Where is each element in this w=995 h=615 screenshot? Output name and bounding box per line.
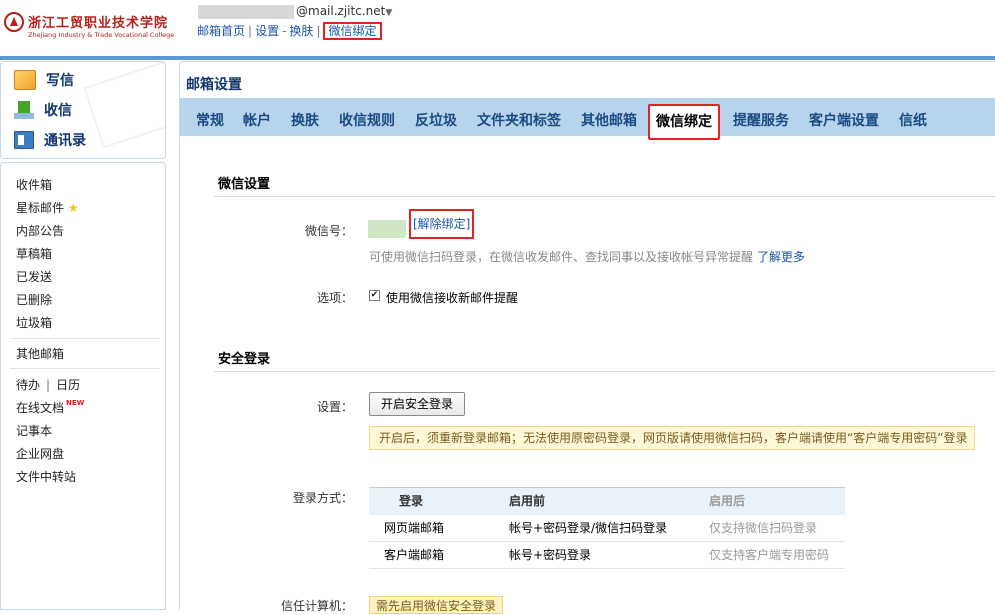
receive-button[interactable]: 收信 <box>14 99 72 121</box>
new-mail-reminder-checkbox[interactable]: ✔ <box>369 290 380 301</box>
tab-wechat-binding[interactable]: 微信绑定 <box>648 104 720 140</box>
account-switcher[interactable]: @mail.zjitc.net▼ <box>198 4 392 20</box>
security-setting-label: 设置： <box>316 400 353 414</box>
tab-general[interactable]: 常规 <box>196 98 224 136</box>
nav-wechat-binding[interactable]: 微信绑定 <box>323 22 382 40</box>
nav-settings[interactable]: 设置 <box>255 24 279 38</box>
compose-label: 写信 <box>46 73 74 89</box>
account-name-redacted <box>198 4 294 19</box>
unbind-link[interactable]: [解除绑定] <box>409 209 475 239</box>
table-row: 网页端邮箱 帐号+密码登录/微信扫码登录 仅支持微信扫码登录 <box>369 515 845 542</box>
folder-deleted[interactable]: 已删除 <box>16 291 52 308</box>
row-web-after: 仅支持微信扫码登录 <box>709 521 818 535</box>
security-section-title: 安全登录 <box>218 352 271 367</box>
receive-icon <box>14 101 34 119</box>
nav-separator: | <box>248 24 253 38</box>
online-docs-label: 在线文档 <box>16 401 65 415</box>
folder-divider <box>10 338 160 339</box>
row-client-after: 仅支持客户端专用密码 <box>709 548 830 562</box>
compose-button[interactable]: 写信 <box>14 69 74 91</box>
tab-client-settings[interactable]: 客户端设置 <box>809 98 879 136</box>
tab-account[interactable]: 帐户 <box>243 98 271 136</box>
folder-starred-label: 星标邮件 <box>16 201 65 215</box>
contacts-label: 通讯录 <box>44 133 86 149</box>
trusted-computer-label: 信任计算机： <box>280 599 353 613</box>
new-mail-reminder-label[interactable]: 使用微信接收新邮件提醒 <box>386 289 518 306</box>
chevron-down-icon[interactable]: ▼ <box>385 8 392 18</box>
account-domain: @mail.zjitc.net <box>296 4 386 18</box>
compose-icon <box>14 70 36 90</box>
nav-skin[interactable]: 换肤 <box>289 24 313 38</box>
folder-starred[interactable]: 星标邮件 ★ <box>16 199 79 216</box>
contacts-icon <box>14 131 34 149</box>
learn-more-link[interactable]: 了解更多 <box>757 250 805 264</box>
calendar-link[interactable]: 日历 <box>56 378 80 392</box>
tab-reminders[interactable]: 提醒服务 <box>733 98 789 136</box>
header-login: 登录 <box>399 494 424 508</box>
receive-label: 收信 <box>44 103 72 119</box>
header-divider <box>0 56 995 60</box>
online-docs-link[interactable]: 在线文档 NEW <box>16 399 84 416</box>
page-title: 邮箱设置 <box>186 77 242 93</box>
contacts-button[interactable]: 通讯录 <box>14 129 86 151</box>
folder-sent[interactable]: 已发送 <box>16 268 52 285</box>
tab-other-mailboxes[interactable]: 其他邮箱 <box>581 98 637 136</box>
header-after: 启用后 <box>709 494 746 508</box>
row-web-before: 帐号+密码登录/微信扫码登录 <box>509 521 668 535</box>
transfer-link[interactable]: 文件中转站 <box>16 468 76 485</box>
row-web-type: 网页端邮箱 <box>384 521 445 535</box>
folder-inbox[interactable]: 收件箱 <box>16 176 52 193</box>
folder-drafts[interactable]: 草稿箱 <box>16 245 52 262</box>
folder-announcements[interactable]: 内部公告 <box>16 222 64 239</box>
todo-calendar-row: 待办 | 日历 <box>16 376 80 393</box>
folder-divider <box>10 368 160 369</box>
top-nav: 邮箱首页 | 设置 - 换肤 | 微信绑定 <box>197 22 382 40</box>
tab-folders-labels[interactable]: 文件夹和标签 <box>477 98 561 136</box>
enable-secure-login-button[interactable]: 开启安全登录 <box>369 392 466 416</box>
section-divider <box>214 196 995 197</box>
envelope-watermark-icon <box>83 62 165 149</box>
table-header: 登录 启用前 启用后 <box>369 487 845 515</box>
wechat-hint-text: 可使用微信扫码登录，在微信收发邮件、查找同事以及接收帐号异常提醒 <box>369 250 754 264</box>
wechat-section-title: 微信设置 <box>218 177 271 192</box>
header-before: 启用前 <box>509 494 546 508</box>
new-badge: NEW <box>66 399 85 407</box>
tab-stationery[interactable]: 信纸 <box>899 98 927 136</box>
row-client-before: 帐号+密码登录 <box>509 548 592 562</box>
row-client-type: 客户端邮箱 <box>384 548 445 562</box>
secure-login-notice: 开启后，须重新登录邮箱；无法使用原密码登录，网页版请使用微信扫码，客户端请使用“… <box>369 426 975 450</box>
wechat-id-redacted <box>368 220 406 238</box>
trusted-computer-notice: 需先启用微信安全登录 <box>369 596 504 614</box>
nav-separator: | <box>316 24 321 38</box>
top-header: 浙江工贸职业技术学院 Zhejiang Industry & Trade Voc… <box>0 0 995 56</box>
wechat-hint: 可使用微信扫码登录，在微信收发邮件、查找同事以及接收帐号异常提醒 了解更多 <box>369 248 805 265</box>
options-label: 选项： <box>316 291 353 305</box>
folder-other-mailboxes[interactable]: 其他邮箱 <box>16 345 64 362</box>
todo-separator: | <box>46 378 51 392</box>
netdisk-link[interactable]: 企业网盘 <box>16 445 64 462</box>
logo-chinese-name: 浙江工贸职业技术学院 <box>28 16 169 31</box>
notes-link[interactable]: 记事本 <box>16 422 52 439</box>
nav-mail-home[interactable]: 邮箱首页 <box>197 24 245 38</box>
todo-link[interactable]: 待办 <box>16 378 40 392</box>
college-logo[interactable]: 浙江工贸职业技术学院 Zhejiang Industry & Trade Voc… <box>2 6 187 46</box>
tab-rules[interactable]: 收信规则 <box>339 98 395 136</box>
college-emblem-icon <box>4 12 24 32</box>
section-divider <box>214 371 995 372</box>
logo-english-name: Zhejiang Industry & Trade Vocational Col… <box>28 31 175 39</box>
tab-antispam[interactable]: 反垃圾 <box>415 98 457 136</box>
folder-spam[interactable]: 垃圾箱 <box>16 314 52 331</box>
nav-dash: - <box>282 24 287 38</box>
tab-skin[interactable]: 换肤 <box>291 98 319 136</box>
wechat-id-label: 微信号： <box>304 224 353 238</box>
star-icon: ★ <box>67 201 79 215</box>
table-row: 客户端邮箱 帐号+密码登录 仅支持客户端专用密码 <box>369 542 845 569</box>
login-method-label: 登录方式： <box>292 491 353 505</box>
